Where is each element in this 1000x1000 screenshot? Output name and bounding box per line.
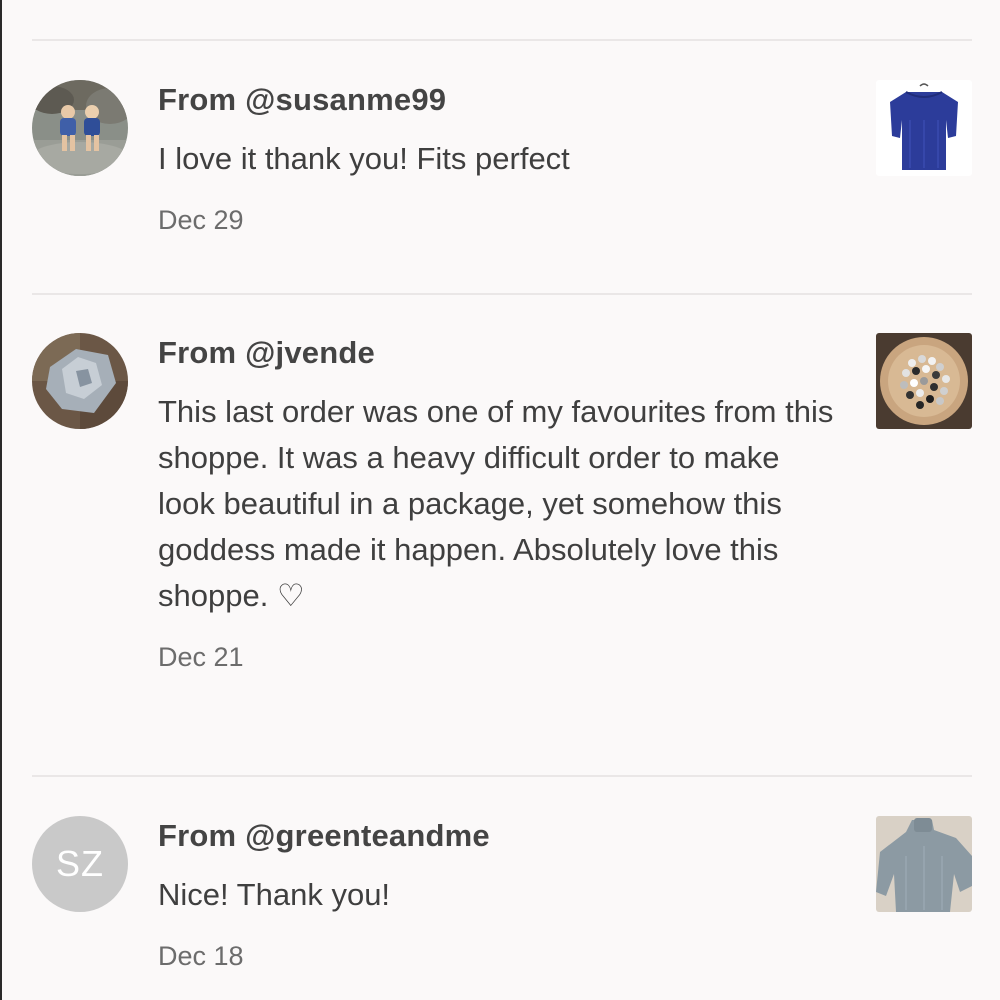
- reviewer-handle[interactable]: From @greenteandme: [158, 816, 838, 856]
- review-body: From @greenteandme Nice! Thank you! Dec …: [158, 816, 838, 972]
- user-avatar-initials[interactable]: SZ: [32, 816, 128, 912]
- reviewer-handle[interactable]: From @jvende: [158, 333, 838, 373]
- product-thumbnail[interactable]: [876, 333, 972, 429]
- divider: [32, 775, 972, 777]
- product-thumbnail[interactable]: [876, 816, 972, 912]
- review-text: I love it thank you! Fits perfect: [158, 141, 570, 176]
- user-avatar[interactable]: [32, 333, 128, 429]
- review-body: From @susanme99 I love it thank you! Fit…: [158, 80, 838, 236]
- review-text: Nice! Thank you!: [158, 877, 391, 912]
- reviews-screen: From @susanme99 I love it thank you! Fit…: [0, 0, 1000, 1000]
- review-date: Dec 21: [158, 642, 244, 672]
- reviewer-handle[interactable]: From @susanme99: [158, 80, 838, 120]
- review-date: Dec 18: [158, 941, 244, 971]
- review-body: From @jvende This last order was one of …: [158, 333, 838, 673]
- review-date: Dec 29: [158, 205, 244, 235]
- review-text: This last order was one of my favourites…: [158, 394, 834, 613]
- divider: [32, 293, 972, 295]
- user-avatar[interactable]: [32, 80, 128, 176]
- divider: [32, 39, 972, 41]
- product-thumbnail[interactable]: [876, 80, 972, 176]
